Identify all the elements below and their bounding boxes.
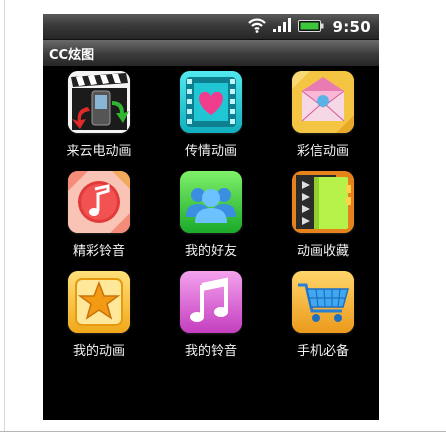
grid-item-label: 手机必备 — [296, 344, 349, 359]
grid-item-label: 我的铃音 — [184, 344, 237, 359]
grid-item-label: 彩信动画 — [296, 144, 349, 159]
frame-line-left — [4, 0, 5, 432]
grid-item-lai-yun-dian-donghua[interactable]: 来云电动画 — [43, 71, 155, 171]
grid-item-label: 精彩铃音 — [72, 244, 125, 259]
grid-item-jing-cai-ling-yin[interactable]: 精彩铃音 — [43, 171, 155, 271]
shopping-cart-icon — [292, 271, 354, 333]
grid-item-chuan-qing-donghua[interactable]: 传情动画 — [155, 71, 267, 171]
grid-item-label: 动画收藏 — [296, 244, 349, 259]
grid-item-shou-ji-bi-bei[interactable]: 手机必备 — [267, 271, 379, 371]
grid-item-label: 我的好友 — [184, 244, 237, 259]
grid-item-wo-de-donghua[interactable]: 我的动画 — [43, 271, 155, 371]
title-bar: CC炫图 — [43, 40, 379, 67]
status-time: 9:50 — [332, 18, 371, 36]
phone-screen: 9:50 CC炫图 来云电动画 传情动画 彩信动画 精彩铃音 我的好友 动画收藏… — [43, 14, 379, 420]
wifi-icon — [248, 17, 267, 37]
signal-icon — [272, 17, 292, 37]
grid-item-wo-de-hao-you[interactable]: 我的好友 — [155, 171, 267, 271]
folder-icon — [292, 171, 354, 233]
heart-film-icon — [180, 71, 242, 133]
friends-icon — [180, 171, 242, 233]
grid-item-label: 来云电动画 — [66, 144, 132, 159]
music-note-icon — [68, 171, 130, 233]
grid-item-donghua-shou-cang[interactable]: 动画收藏 — [267, 171, 379, 271]
status-icons: 9:50 — [248, 17, 371, 37]
grid-item-label: 我的动画 — [72, 344, 125, 359]
grid-item-label: 传情动画 — [184, 144, 237, 159]
status-bar: 9:50 — [43, 14, 379, 40]
clapperboard-phone-icon — [68, 71, 130, 133]
battery-icon — [298, 18, 324, 37]
frame-line-bottom — [0, 431, 446, 432]
music-note-pink-icon — [180, 271, 242, 333]
envelope-icon — [292, 71, 354, 133]
grid-item-wo-de-ling-yin[interactable]: 我的铃音 — [155, 271, 267, 371]
grid-item-cai-xin-donghua[interactable]: 彩信动画 — [267, 71, 379, 171]
app-title: CC炫图 — [49, 48, 95, 63]
star-icon — [68, 271, 130, 333]
